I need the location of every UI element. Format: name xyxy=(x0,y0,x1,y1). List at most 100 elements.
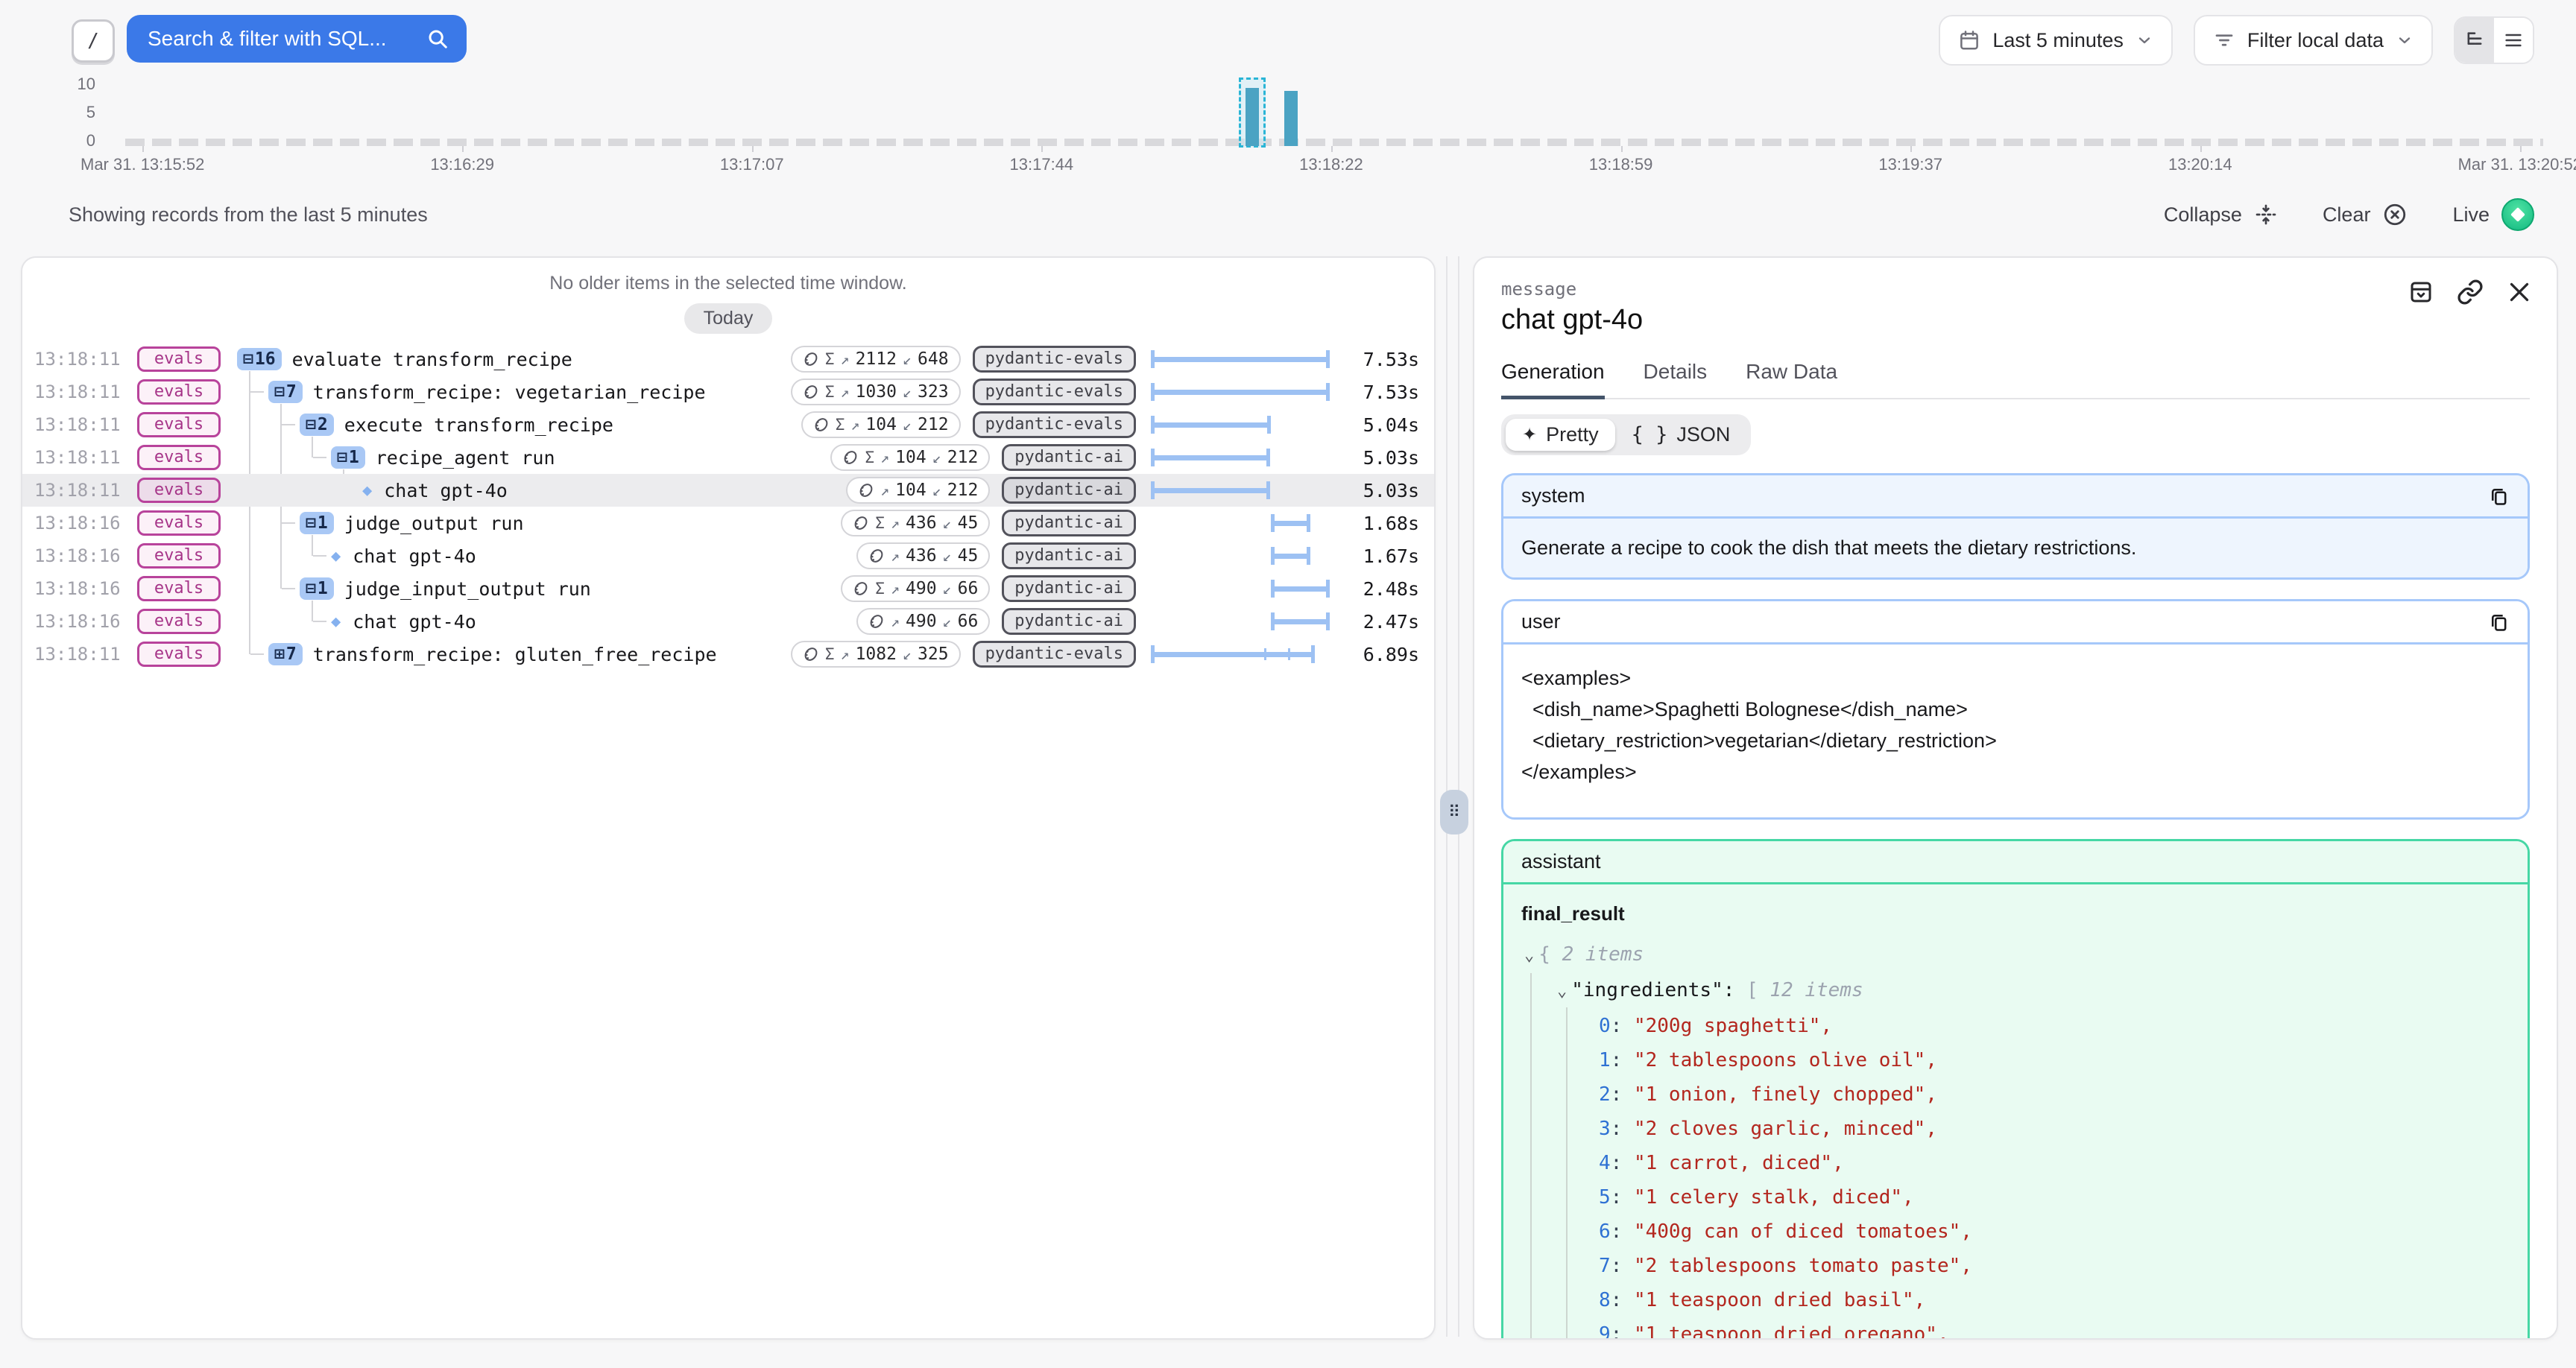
pretty-toggle-button[interactable]: ✦ Pretty xyxy=(1506,419,1615,451)
tokens-out-count: 325 xyxy=(918,645,949,664)
json-toggle-button[interactable]: { } JSON xyxy=(1615,419,1747,451)
scope-tag[interactable]: pydantic-evals xyxy=(973,411,1136,438)
scope-tag[interactable]: pydantic-ai xyxy=(1002,444,1136,471)
pretty-label: Pretty xyxy=(1546,423,1599,446)
row-timestamp: 13:18:16 xyxy=(34,611,121,632)
span-label: transform_recipe: vegetarian_recipe xyxy=(313,381,706,403)
duration-value: 7.53s xyxy=(1342,349,1419,370)
tree-view-button[interactable] xyxy=(2455,18,2494,63)
trace-row[interactable]: 13:18:11 evals ⊟7 transform_recipe: vege… xyxy=(22,376,1434,408)
tokens-in-arrow-icon: ↗ xyxy=(891,514,900,532)
assistant-role-label: assistant xyxy=(1521,850,1601,873)
trace-row[interactable]: 13:18:11 evals ⊟1 recipe_agent run Σ ↗ 1… xyxy=(22,441,1434,474)
token-stats-chip: Σ ↗ 2112 ↙ 648 xyxy=(791,346,961,373)
today-pill[interactable]: Today xyxy=(684,303,773,334)
time-range-dropdown[interactable]: Last 5 minutes xyxy=(1939,15,2173,66)
tab-raw-data[interactable]: Raw Data xyxy=(1746,360,1837,398)
token-stats-chip: Σ ↗ 104 ↙ 212 xyxy=(846,477,990,504)
trace-row[interactable]: 13:18:11 evals ◆ chat gpt-4o Σ ↗ 104 ↙ 2… xyxy=(22,474,1434,507)
trace-row[interactable]: 13:18:16 evals ⊟1 judge_input_output run… xyxy=(22,572,1434,605)
tree-node-toggle[interactable]: ◆ xyxy=(331,610,342,633)
sigma-icon: Σ xyxy=(875,580,885,598)
scope-tag[interactable]: pydantic-ai xyxy=(1002,510,1136,536)
trace-row[interactable]: 13:18:16 evals ◆ chat gpt-4o Σ ↗ 436 ↙ 4… xyxy=(22,539,1434,572)
tree-node-toggle[interactable]: ⊟1 xyxy=(331,446,365,469)
trace-row[interactable]: 13:18:16 evals ◆ chat gpt-4o Σ ↗ 490 ↙ 6… xyxy=(22,605,1434,638)
link-icon[interactable] xyxy=(2457,279,2484,305)
sigma-icon: Σ xyxy=(825,645,835,663)
evals-badge[interactable]: evals xyxy=(137,478,221,503)
tokens-out-count: 212 xyxy=(918,415,949,434)
tokens-in-arrow-icon: ↗ xyxy=(891,547,900,565)
tokens-in-count: 490 xyxy=(906,612,937,631)
evals-badge[interactable]: evals xyxy=(137,346,221,372)
tokens-in-arrow-icon: ↗ xyxy=(880,449,889,466)
archive-box-icon[interactable] xyxy=(2408,279,2434,305)
evals-badge[interactable]: evals xyxy=(137,412,221,437)
close-icon[interactable] xyxy=(2506,279,2533,305)
clear-button[interactable]: Clear xyxy=(2323,202,2408,227)
tokens-out-count: 212 xyxy=(947,448,979,467)
tokens-out-arrow-icon: ↙ xyxy=(903,416,912,434)
evals-badge[interactable]: evals xyxy=(137,543,221,569)
tokens-out-count: 66 xyxy=(958,612,979,631)
search-button[interactable]: Search & filter with SQL... xyxy=(127,15,467,63)
collapse-button[interactable]: Collapse xyxy=(2164,203,2278,227)
trace-row[interactable]: 13:18:11 evals ⊞7 transform_recipe: glut… xyxy=(22,638,1434,671)
sigma-icon: Σ xyxy=(865,449,874,466)
evals-badge[interactable]: evals xyxy=(137,642,221,667)
tree-node-toggle[interactable]: ⊟16 xyxy=(237,348,282,370)
user-role-label: user xyxy=(1521,610,1561,633)
showing-records-text: Showing records from the last 5 minutes xyxy=(69,203,428,227)
expand-collapse-icon: ◆ xyxy=(331,612,341,631)
json-array-item: 5: "1 celery stalk, diced", xyxy=(1521,1180,2510,1215)
span-label: chat gpt-4o xyxy=(384,480,508,501)
tokens-icon xyxy=(853,515,869,531)
scope-tag[interactable]: pydantic-evals xyxy=(973,379,1136,405)
tree-node-toggle[interactable]: ⊟2 xyxy=(300,414,334,436)
evals-badge[interactable]: evals xyxy=(137,510,221,536)
child-count: 1 xyxy=(349,448,359,467)
scope-tag[interactable]: pydantic-ai xyxy=(1002,477,1136,504)
evals-badge[interactable]: evals xyxy=(137,445,221,470)
tokens-out-arrow-icon: ↙ xyxy=(943,514,952,532)
child-count: 16 xyxy=(255,349,276,369)
json-root-line[interactable]: ⌄{ 2 items xyxy=(1521,937,2510,973)
copy-icon[interactable] xyxy=(2489,612,2510,633)
row-timestamp: 13:18:16 xyxy=(34,513,121,533)
duration-bar-track xyxy=(1151,350,1330,368)
trace-row[interactable]: 13:18:16 evals ⊟1 judge_output run Σ ↗ 4… xyxy=(22,507,1434,539)
tokens-out-arrow-icon: ↙ xyxy=(903,645,912,663)
scope-tag[interactable]: pydantic-ai xyxy=(1002,542,1136,569)
tokens-icon xyxy=(868,548,885,564)
tab-details[interactable]: Details xyxy=(1644,360,1708,398)
tree-node-toggle[interactable]: ⊟7 xyxy=(268,381,303,403)
trace-row[interactable]: 13:18:11 evals ⊟16 evaluate transform_re… xyxy=(22,343,1434,376)
tree-node-toggle[interactable]: ◆ xyxy=(362,479,373,501)
scope-tag[interactable]: pydantic-ai xyxy=(1002,575,1136,602)
evals-badge[interactable]: evals xyxy=(137,576,221,601)
tab-generation[interactable]: Generation xyxy=(1501,360,1605,399)
evals-badge[interactable]: evals xyxy=(137,609,221,634)
tree-node-toggle[interactable]: ⊟1 xyxy=(300,577,334,600)
live-indicator-icon xyxy=(2501,198,2534,231)
tree-node-toggle[interactable]: ◆ xyxy=(331,545,342,567)
scope-tag[interactable]: pydantic-evals xyxy=(973,346,1136,373)
tree-node-toggle[interactable]: ⊟1 xyxy=(300,512,334,534)
scope-tag[interactable]: pydantic-evals xyxy=(973,641,1136,668)
trace-row[interactable]: 13:18:11 evals ⊟2 execute transform_reci… xyxy=(22,408,1434,441)
live-toggle[interactable]: Live xyxy=(2452,198,2534,231)
tree-node-toggle[interactable]: ⊞7 xyxy=(268,643,303,665)
json-ingredients-line[interactable]: ⌄"ingredients": [ 12 items xyxy=(1521,973,2510,1009)
span-label: judge_input_output run xyxy=(344,578,591,600)
scope-tag[interactable]: pydantic-ai xyxy=(1002,608,1136,635)
panel-resize-handle[interactable]: ⠿ xyxy=(1440,790,1468,835)
list-view-button[interactable] xyxy=(2494,18,2533,63)
copy-icon[interactable] xyxy=(2489,486,2510,507)
tokens-in-count: 2112 xyxy=(856,349,897,369)
records-histogram[interactable]: 1050 Mar 31. 13:15:5213:16:2913:17:0713:… xyxy=(125,83,2543,146)
chevron-down-icon xyxy=(2396,31,2414,49)
row-timestamp: 13:18:16 xyxy=(34,545,121,566)
evals-badge[interactable]: evals xyxy=(137,379,221,405)
filter-local-data-dropdown[interactable]: Filter local data xyxy=(2194,15,2433,66)
